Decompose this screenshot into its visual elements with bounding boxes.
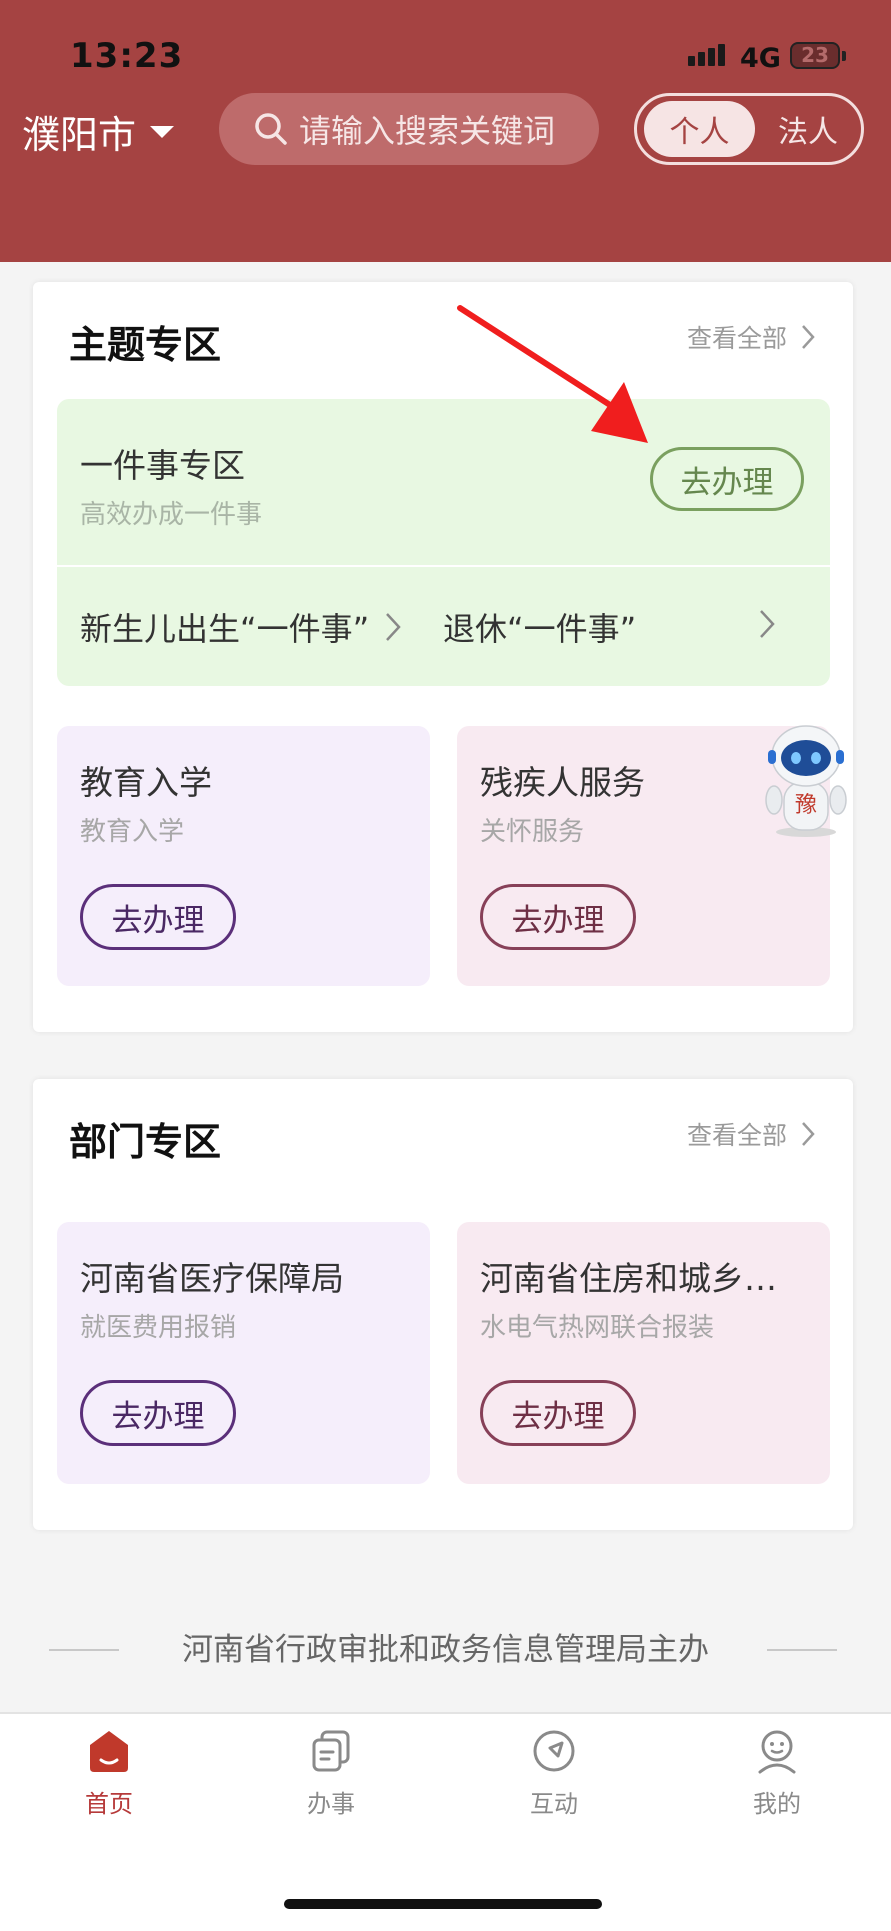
one-thing-subtitle: 高效办成一件事 bbox=[80, 500, 263, 530]
documents-icon bbox=[312, 1730, 350, 1772]
chevron-right-icon bbox=[386, 613, 401, 641]
education-go-button[interactable]: 去办理 bbox=[80, 884, 236, 950]
tile-title: 河南省住房和城乡… bbox=[480, 1259, 777, 1298]
one-thing-zone[interactable]: 一件事专区 高效办成一件事 去办理 新生儿出生“一件事” 退休“一件事” bbox=[57, 399, 830, 686]
robot-assistant-icon[interactable]: 豫 bbox=[760, 720, 852, 840]
view-all-label: 查看全部 bbox=[686, 1121, 787, 1150]
tab-label: 办事 bbox=[307, 1790, 355, 1818]
tile-title: 残疾人服务 bbox=[480, 763, 645, 802]
search-placeholder: 请输入搜索关键词 bbox=[299, 112, 556, 150]
divider bbox=[57, 565, 830, 567]
housing-go-button[interactable]: 去办理 bbox=[480, 1380, 636, 1446]
search-icon bbox=[255, 113, 287, 145]
medical-insurance-tile[interactable]: 河南省医疗保障局 就医费用报销 去办理 bbox=[57, 1222, 430, 1484]
caret-down-icon bbox=[150, 125, 175, 138]
tab-label: 首页 bbox=[85, 1790, 133, 1818]
tile-subtitle: 教育入学 bbox=[80, 817, 185, 847]
newborn-one-thing-link[interactable]: 新生儿出生“一件事” bbox=[80, 604, 401, 650]
tile-subtitle: 水电气热网联合报装 bbox=[480, 1313, 715, 1343]
dept-section-title: 部门专区 bbox=[69, 1120, 222, 1164]
user-type-toggle: 个人 法人 bbox=[634, 93, 864, 165]
tile-title: 河南省医疗保障局 bbox=[80, 1259, 344, 1298]
tab-profile[interactable]: 我的 bbox=[712, 1728, 842, 1819]
chevron-right-icon bbox=[802, 1122, 815, 1146]
tab-services[interactable]: 办事 bbox=[266, 1728, 396, 1819]
disability-go-button[interactable]: 去办理 bbox=[480, 884, 636, 950]
home-icon bbox=[90, 1731, 128, 1772]
tab-label: 互动 bbox=[530, 1790, 578, 1818]
search-bar[interactable]: 请输入搜索关键词 bbox=[219, 93, 599, 165]
toggle-legal-person[interactable]: 法人 bbox=[755, 107, 861, 151]
battery-icon: 23 bbox=[790, 42, 840, 69]
city-selector[interactable]: 濮阳市 bbox=[22, 104, 175, 159]
one-thing-title: 一件事专区 bbox=[80, 446, 245, 485]
app-header: 13:23 4G 23 濮阳市 请输入搜索关键词 个人 法人 bbox=[0, 0, 891, 262]
view-all-label: 查看全部 bbox=[686, 324, 787, 353]
dept-view-all-link[interactable]: 查看全部 bbox=[687, 1116, 815, 1152]
city-label: 濮阳市 bbox=[22, 113, 137, 157]
toggle-personal[interactable]: 个人 bbox=[644, 101, 755, 157]
tile-subtitle: 关怀服务 bbox=[480, 817, 585, 847]
status-time: 13:23 bbox=[70, 36, 184, 76]
chevron-right-icon bbox=[802, 325, 815, 349]
profile-icon bbox=[758, 1730, 796, 1774]
network-type: 4G bbox=[740, 43, 781, 74]
chevron-right-icon[interactable] bbox=[759, 609, 775, 639]
footer-sponsor: 河南省行政审批和政务信息管理局主办 bbox=[182, 1632, 709, 1668]
housing-dept-tile[interactable]: 河南省住房和城乡… 水电气热网联合报装 去办理 bbox=[457, 1222, 830, 1484]
battery-tip bbox=[842, 51, 846, 61]
compass-icon bbox=[533, 1730, 575, 1772]
home-indicator bbox=[284, 1899, 602, 1909]
retirement-link-label: 退休“一件事” bbox=[443, 610, 637, 648]
tile-subtitle: 就医费用报销 bbox=[80, 1313, 237, 1343]
signal-icon bbox=[688, 44, 728, 66]
one-thing-go-button[interactable]: 去办理 bbox=[650, 447, 804, 511]
tab-home[interactable]: 首页 bbox=[44, 1728, 174, 1819]
tab-interact[interactable]: 互动 bbox=[489, 1728, 619, 1819]
tile-title: 教育入学 bbox=[80, 763, 212, 802]
theme-view-all-link[interactable]: 查看全部 bbox=[687, 319, 815, 355]
newborn-link-label: 新生儿出生“一件事” bbox=[80, 610, 370, 648]
robot-badge: 豫 bbox=[795, 793, 817, 818]
retirement-one-thing-link[interactable]: 退休“一件事” bbox=[443, 604, 636, 650]
education-tile[interactable]: 教育入学 教育入学 去办理 bbox=[57, 726, 430, 986]
theme-section-title: 主题专区 bbox=[69, 323, 222, 367]
footer-divider-right bbox=[767, 1649, 837, 1651]
tab-label: 我的 bbox=[753, 1790, 801, 1818]
medical-go-button[interactable]: 去办理 bbox=[80, 1380, 236, 1446]
